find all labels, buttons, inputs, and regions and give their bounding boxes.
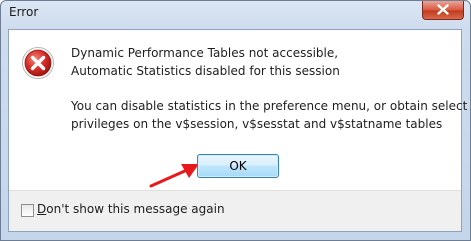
message-area: Dynamic Performance Tables not accessibl… <box>9 30 467 190</box>
dont-show-again-label[interactable]: Don't show this message again <box>37 202 225 216</box>
dont-show-again-checkbox[interactable] <box>21 204 34 217</box>
ok-button[interactable]: OK <box>197 154 279 178</box>
error-dialog: Error Dynamic Performance Tables not acc… <box>0 0 471 241</box>
title-bar: Error <box>1 1 470 27</box>
message-line-3: You can disable statistics in the prefer… <box>71 99 468 113</box>
dialog-body: Dynamic Performance Tables not accessibl… <box>8 29 467 232</box>
message-line-2: Automatic Statistics disabled for this s… <box>71 64 340 78</box>
message-line-4: privileges on the v$session, v$sesstat a… <box>71 117 443 131</box>
label-text: on't show this message again <box>46 202 225 216</box>
close-button[interactable] <box>422 1 464 20</box>
dialog-footer: Don't show this message again <box>9 190 461 231</box>
error-icon <box>22 47 54 79</box>
window-title: Error <box>9 5 39 19</box>
label-mnemonic: D <box>37 202 47 216</box>
message-line-1: Dynamic Performance Tables not accessibl… <box>71 46 339 60</box>
arrow-icon <box>149 164 199 188</box>
close-icon <box>437 4 449 15</box>
